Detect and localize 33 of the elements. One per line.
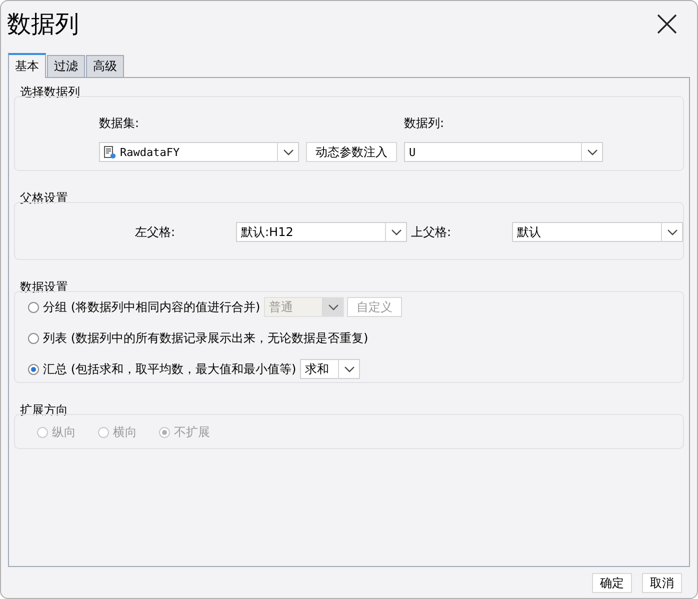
field-label: 上父格: (411, 224, 452, 240)
field-label: 数据集: (99, 115, 140, 132)
chevron-down-icon (390, 228, 402, 236)
tab[interactable]: 过滤 (47, 55, 85, 77)
chevron-down-icon (282, 148, 294, 156)
radio-button[interactable] (28, 364, 39, 374)
radio-label: 列表 (数据列中的所有数据记录展示出来，无论数据是否重复) (43, 330, 368, 346)
summary-dropdown[interactable]: 求和 (300, 359, 360, 379)
chevron-down-icon (586, 148, 598, 156)
dialog-button[interactable]: 确定 (592, 573, 632, 593)
field-label: 左父格: (135, 224, 176, 240)
radio-label: 不扩展 (174, 424, 210, 440)
top-parent-dropdown[interactable]: 默认 (512, 222, 683, 242)
dataset-dropdown[interactable]: RawdataFY (99, 142, 299, 162)
database-icon (104, 146, 116, 158)
chevron-down-icon (328, 304, 339, 310)
radio-label: 纵向 (52, 424, 76, 440)
field-label: 数据列: (404, 115, 446, 132)
left-parent-dropdown[interactable]: 默认:H12 (236, 222, 407, 242)
window-title: 数据列 (7, 9, 79, 40)
tab[interactable]: 基本 (8, 53, 46, 78)
close-icon[interactable] (657, 14, 677, 34)
column-dropdown[interactable]: U (404, 142, 603, 162)
inject-button[interactable]: 动态参数注入 (306, 142, 397, 162)
chevron-down-icon (666, 228, 678, 236)
radio-label: 汇总 (包括求和，取平均数，最大值和最小值等) (43, 360, 296, 378)
radio-label: 横向 (113, 424, 137, 440)
radio-label: 分组 (将数据列中相同内容的值进行合并) (43, 298, 260, 316)
tab[interactable]: 高级 (86, 55, 124, 77)
radio-button[interactable] (28, 332, 39, 344)
radio-button[interactable] (28, 302, 39, 312)
chevron-down-icon (344, 366, 355, 372)
dialog-button[interactable]: 取消 (642, 573, 682, 593)
